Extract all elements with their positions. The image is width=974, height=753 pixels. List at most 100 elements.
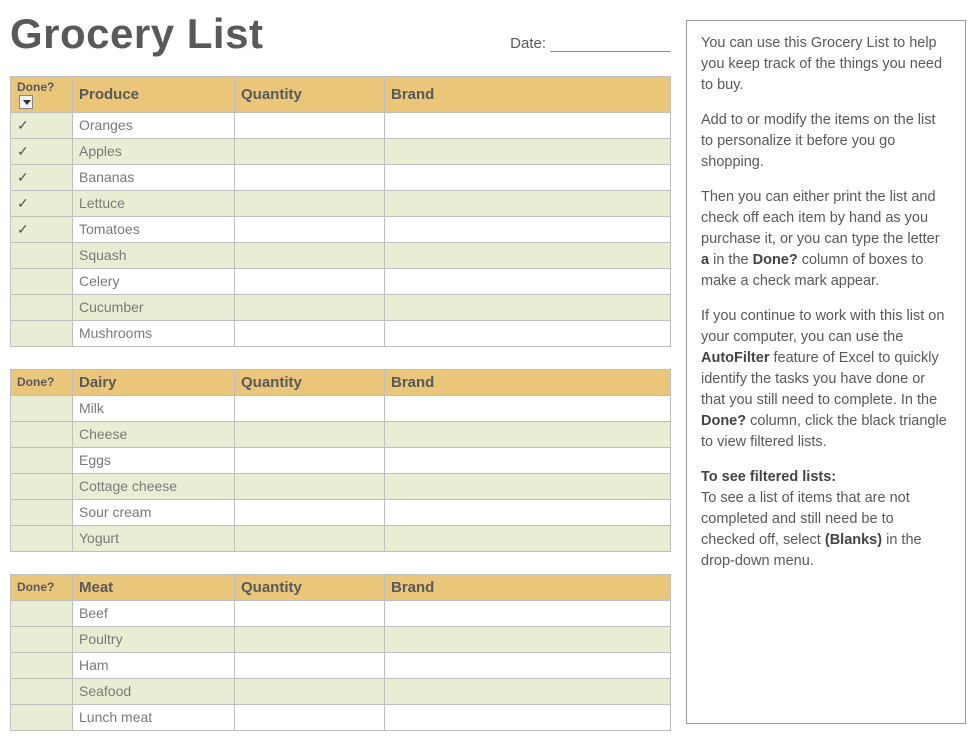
quantity-cell[interactable] <box>235 447 385 473</box>
brand-cell[interactable] <box>385 216 671 242</box>
quantity-cell[interactable] <box>235 112 385 138</box>
quantity-cell[interactable] <box>235 190 385 216</box>
done-cell[interactable] <box>11 268 73 294</box>
item-cell[interactable]: Oranges <box>73 112 235 138</box>
quantity-cell[interactable] <box>235 138 385 164</box>
item-cell[interactable]: Cottage cheese <box>73 473 235 499</box>
brand-cell[interactable] <box>385 421 671 447</box>
help-p3: Then you can either print the list and c… <box>701 187 951 292</box>
table-row: Seafood <box>11 678 671 704</box>
item-cell[interactable]: Lettuce <box>73 190 235 216</box>
quantity-cell[interactable] <box>235 499 385 525</box>
table-row: ✓ Tomatoes <box>11 216 671 242</box>
item-cell[interactable]: Tomatoes <box>73 216 235 242</box>
quantity-cell[interactable] <box>235 525 385 551</box>
brand-cell[interactable] <box>385 626 671 652</box>
table-row: Squash <box>11 242 671 268</box>
done-cell[interactable]: ✓ <box>11 138 73 164</box>
category-header: Meat <box>73 574 235 600</box>
done-cell[interactable] <box>11 473 73 499</box>
quantity-cell[interactable] <box>235 678 385 704</box>
brand-cell[interactable] <box>385 652 671 678</box>
done-cell[interactable]: ✓ <box>11 216 73 242</box>
help-p4: If you continue to work with this list o… <box>701 306 951 453</box>
item-cell[interactable]: Yogurt <box>73 525 235 551</box>
done-header[interactable]: Done? <box>11 77 73 113</box>
done-cell[interactable] <box>11 294 73 320</box>
brand-cell[interactable] <box>385 320 671 346</box>
checkmark-icon: ✓ <box>17 143 29 159</box>
quantity-cell[interactable] <box>235 600 385 626</box>
brand-cell[interactable] <box>385 473 671 499</box>
item-cell[interactable]: Cheese <box>73 421 235 447</box>
item-cell[interactable]: Milk <box>73 395 235 421</box>
brand-cell[interactable] <box>385 164 671 190</box>
item-cell[interactable]: Squash <box>73 242 235 268</box>
item-cell[interactable]: Mushrooms <box>73 320 235 346</box>
done-cell[interactable] <box>11 704 73 730</box>
brand-cell[interactable] <box>385 678 671 704</box>
item-cell[interactable]: Ham <box>73 652 235 678</box>
quantity-cell[interactable] <box>235 473 385 499</box>
item-cell[interactable]: Sour cream <box>73 499 235 525</box>
quantity-cell[interactable] <box>235 242 385 268</box>
item-cell[interactable]: Bananas <box>73 164 235 190</box>
table-row: Eggs <box>11 447 671 473</box>
quantity-cell[interactable] <box>235 652 385 678</box>
done-cell[interactable] <box>11 525 73 551</box>
item-cell[interactable]: Celery <box>73 268 235 294</box>
quantity-cell[interactable] <box>235 216 385 242</box>
item-cell[interactable]: Cucumber <box>73 294 235 320</box>
date-label: Date: <box>510 35 546 52</box>
done-cell[interactable] <box>11 626 73 652</box>
table-row: Yogurt <box>11 525 671 551</box>
brand-cell[interactable] <box>385 268 671 294</box>
quantity-cell[interactable] <box>235 395 385 421</box>
done-cell[interactable] <box>11 499 73 525</box>
brand-cell[interactable] <box>385 395 671 421</box>
done-cell[interactable]: ✓ <box>11 112 73 138</box>
item-cell[interactable]: Seafood <box>73 678 235 704</box>
done-cell[interactable] <box>11 395 73 421</box>
done-cell[interactable] <box>11 600 73 626</box>
quantity-cell[interactable] <box>235 294 385 320</box>
brand-cell[interactable] <box>385 112 671 138</box>
page-title: Grocery List <box>10 10 263 58</box>
help-p5: To see filtered lists: To see a list of … <box>701 467 951 572</box>
checkmark-icon: ✓ <box>17 221 29 237</box>
quantity-cell[interactable] <box>235 421 385 447</box>
done-cell[interactable] <box>11 421 73 447</box>
done-cell[interactable] <box>11 320 73 346</box>
date-input-line[interactable] <box>550 36 670 52</box>
brand-cell[interactable] <box>385 242 671 268</box>
item-cell[interactable]: Apples <box>73 138 235 164</box>
done-cell[interactable] <box>11 652 73 678</box>
item-cell[interactable]: Beef <box>73 600 235 626</box>
autofilter-dropdown-icon[interactable] <box>19 95 33 109</box>
item-cell[interactable]: Poultry <box>73 626 235 652</box>
brand-cell[interactable] <box>385 525 671 551</box>
brand-cell[interactable] <box>385 499 671 525</box>
checkmark-icon: ✓ <box>17 195 29 211</box>
brand-cell[interactable] <box>385 600 671 626</box>
done-cell[interactable] <box>11 678 73 704</box>
quantity-cell[interactable] <box>235 268 385 294</box>
quantity-header: Quantity <box>235 574 385 600</box>
quantity-cell[interactable] <box>235 626 385 652</box>
quantity-cell[interactable] <box>235 164 385 190</box>
done-cell[interactable]: ✓ <box>11 164 73 190</box>
brand-cell[interactable] <box>385 138 671 164</box>
done-cell[interactable] <box>11 242 73 268</box>
done-cell[interactable] <box>11 447 73 473</box>
item-cell[interactable]: Lunch meat <box>73 704 235 730</box>
quantity-header: Quantity <box>235 77 385 113</box>
brand-cell[interactable] <box>385 447 671 473</box>
brand-cell[interactable] <box>385 294 671 320</box>
brand-cell[interactable] <box>385 190 671 216</box>
quantity-cell[interactable] <box>235 704 385 730</box>
done-cell[interactable]: ✓ <box>11 190 73 216</box>
item-cell[interactable]: Eggs <box>73 447 235 473</box>
quantity-cell[interactable] <box>235 320 385 346</box>
help-sidebar: You can use this Grocery List to help yo… <box>686 20 966 724</box>
brand-cell[interactable] <box>385 704 671 730</box>
